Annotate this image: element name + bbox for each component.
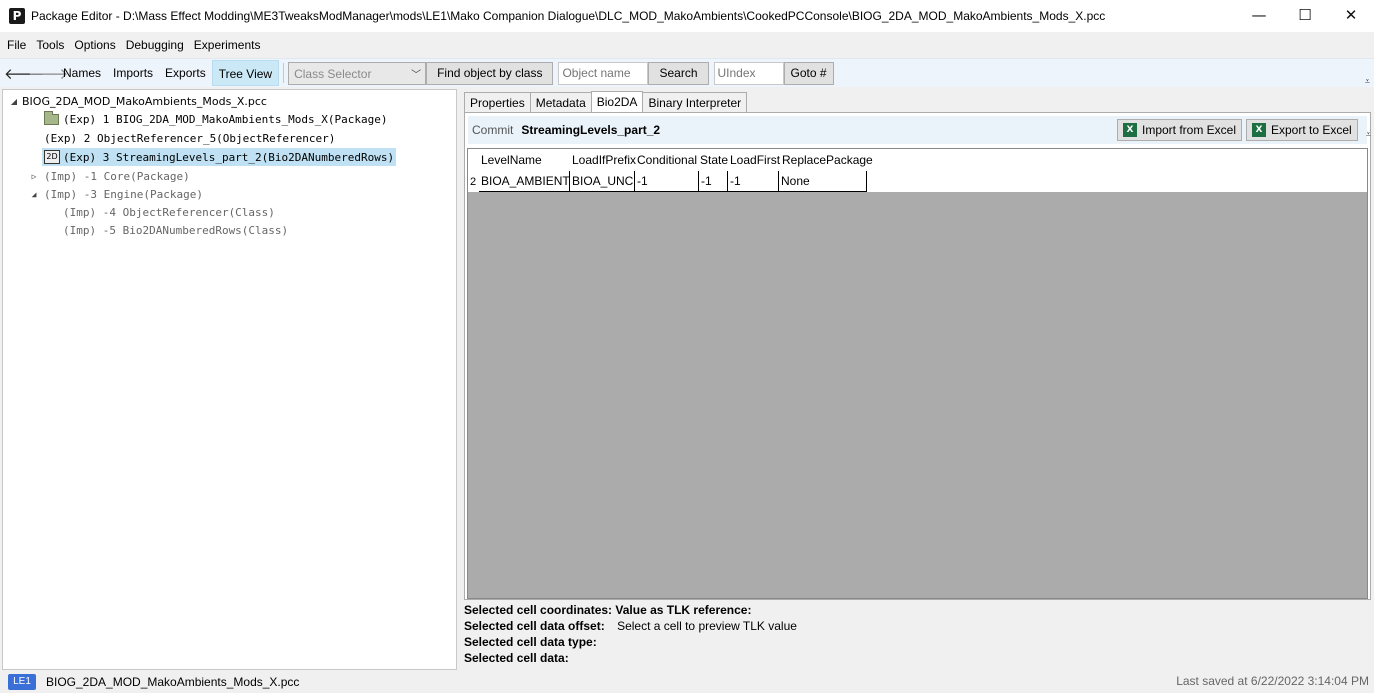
menu-bar: File Tools Options Debugging Experiments [0,34,1374,56]
cell-data-line: Selected cell data: [464,651,569,665]
cell-offset-line: Selected cell data offset: Select a cell… [464,619,797,633]
tree-item-objectreferencer[interactable]: (Exp) 2 ObjectReferencer_5(ObjectReferen… [44,129,335,147]
commit-bar: Commit StreamingLevels_part_2 X Import f… [468,116,1367,144]
grid-cell[interactable]: -1 [728,171,779,192]
column-header-loadfirst[interactable]: LoadFirst [730,153,780,167]
status-filename: BIOG_2DA_MOD_MakoAmbients_Mods_X.pcc [46,674,300,689]
class-selector-dropdown[interactable]: Class Selector ﹀ [288,61,427,85]
column-header-levelname[interactable]: LevelName [481,153,542,167]
table-name: StreamingLevels_part_2 [521,123,661,137]
tab-properties[interactable]: Properties [464,92,531,113]
collapse-icon[interactable]: ◢ [29,190,39,199]
excel-icon: X [1123,123,1137,137]
tree-root-label: BIOG_2DA_MOD_MakoAmbients_Mods_X.pcc [22,94,267,108]
tab-strip: Properties Metadata Bio2DA Binary Interp… [464,91,748,114]
row-header[interactable]: 2 [470,176,476,188]
grid-header: LevelName LoadIfPrefix Conditional State… [468,149,1367,171]
tree-item-label: (Imp) -3 Engine(Package) [44,187,203,201]
goto-button[interactable]: Goto # [783,61,834,85]
column-header-state[interactable]: State [700,153,728,167]
menu-options[interactable]: Options [69,38,120,52]
bio2da-tab-content: Commit StreamingLevels_part_2 X Import f… [464,112,1371,600]
table-row: 2 BIOA_AMBIENTS BIOA_UNC -1 -1 -1 None [468,171,1367,192]
tree-item-label: (Exp) 1 BIOG_2DA_MOD_MakoAmbients_Mods_X… [63,112,388,126]
close-button[interactable]: ✕ [1328,0,1374,30]
tab-binary-interpreter[interactable]: Binary Interpreter [642,92,748,113]
app-icon: P [9,8,25,24]
menu-file[interactable]: File [2,38,31,52]
collapse-icon[interactable]: ◢ [9,97,19,106]
commit-button[interactable]: Commit [472,123,513,137]
last-saved-text: Last saved at 6/22/2022 3:14:04 PM [1176,674,1369,688]
find-by-class-button[interactable]: Find object by class [426,61,554,85]
tree-item-package[interactable]: (Exp) 1 BIOG_2DA_MOD_MakoAmbients_Mods_X… [44,110,388,128]
cell-type-label: Selected cell data type: [464,635,597,649]
tree-root-item[interactable]: ◢ BIOG_2DA_MOD_MakoAmbients_Mods_X.pcc [9,92,267,110]
menu-experiments[interactable]: Experiments [189,38,266,52]
toolbar-overflow-icon[interactable]: ⩡ [1365,76,1370,87]
tab-bio2da[interactable]: Bio2DA [590,91,644,114]
column-header-loadifprefix[interactable]: LoadIfPrefix [572,153,636,167]
cell-offset-label: Selected cell data offset: [464,619,605,633]
panel-overflow-icon[interactable]: ⩡ [1366,129,1371,140]
tree-item-objectreferencer-class[interactable]: (Imp) -4 ObjectReferencer(Class) [63,203,275,221]
uindex-input[interactable] [713,61,784,85]
menu-debugging[interactable]: Debugging [121,38,189,52]
column-header-conditional[interactable]: Conditional [637,153,697,167]
grid-cell[interactable]: -1 [699,171,728,192]
column-header-replacepackage[interactable]: ReplacePackage [782,153,873,167]
tlk-reference-label: Value as TLK reference: [615,603,752,617]
grid-cell[interactable]: -1 [635,171,699,192]
editor-panel: Properties Metadata Bio2DA Binary Interp… [462,89,1374,670]
grid-cell[interactable]: BIOA_UNC [570,171,635,192]
tree-item-label: (Imp) -5 Bio2DANumberedRows(Class) [63,223,289,237]
back-arrow-icon[interactable]: 🡐 [4,64,44,83]
tree-item-streaminglevels[interactable]: 2D (Exp) 3 StreamingLevels_part_2(Bio2DA… [42,148,397,166]
toolbar-separator [283,63,285,83]
tree-item-engine[interactable]: ◢ (Imp) -3 Engine(Package) [29,185,203,203]
import-excel-label: Import from Excel [1142,123,1237,137]
tree-item-bio2da-class[interactable]: (Imp) -5 Bio2DANumberedRows(Class) [63,221,288,239]
bio2da-grid: LevelName LoadIfPrefix Conditional State… [467,148,1368,599]
class-selector-label: Class Selector [294,66,372,81]
menu-tools[interactable]: Tools [31,38,69,52]
imports-button[interactable]: Imports [107,60,159,86]
cell-coordinates-label: Selected cell coordinates: [464,603,613,617]
grid-cell[interactable]: None [779,171,867,192]
chevron-down-icon: ﹀ [411,69,422,81]
object-name-input[interactable] [558,61,649,85]
search-button[interactable]: Search [648,61,709,85]
cell-coordinates-line: Selected cell coordinates: Value as TLK … [464,603,751,617]
tree-item-label: (Imp) -1 Core(Package) [44,169,190,183]
exports-button[interactable]: Exports [159,60,212,86]
excel-icon: X [1252,123,1266,137]
forward-arrow-icon[interactable]: 🡒 [28,64,68,83]
status-bar: LE1 BIOG_2DA_MOD_MakoAmbients_Mods_X.pcc… [0,670,1374,693]
expand-icon[interactable]: ▷ [29,172,39,181]
tab-metadata[interactable]: Metadata [529,92,592,113]
window-title: Package Editor - D:\Mass Effect Modding\… [31,9,1106,23]
maximize-button[interactable]: ☐ [1282,0,1328,30]
tlk-preview-text: Select a cell to preview TLK value [617,619,797,633]
tree-item-label: (Exp) 2 ObjectReferencer_5(ObjectReferen… [44,131,336,145]
tree-item-core[interactable]: ▷ (Imp) -1 Core(Package) [29,167,190,185]
tree-view-button[interactable]: Tree View [211,60,280,86]
toolbar: 🡐 🡒 Names Imports Exports Tree View Clas… [0,58,1374,87]
tree-panel: ◢ BIOG_2DA_MOD_MakoAmbients_Mods_X.pcc (… [2,89,457,670]
names-button[interactable]: Names [57,60,107,86]
export-excel-label: Export to Excel [1271,123,1352,137]
minimize-button[interactable]: — [1236,0,1282,30]
tree-item-label: (Exp) 3 StreamingLevels_part_2(Bio2DANum… [63,150,395,164]
folder-icon [44,110,59,125]
title-bar: P Package Editor - D:\Mass Effect Moddin… [0,0,1374,32]
game-badge: LE1 [8,673,36,690]
bio2da-icon: 2D [44,150,60,164]
import-excel-button[interactable]: X Import from Excel [1117,119,1243,141]
cell-data-label: Selected cell data: [464,651,569,665]
grid-cell[interactable]: BIOA_AMBIENTS [479,171,570,192]
export-excel-button[interactable]: X Export to Excel [1246,119,1358,141]
cell-type-line: Selected cell data type: [464,635,597,649]
tree-item-label: (Imp) -4 ObjectReferencer(Class) [63,205,275,219]
